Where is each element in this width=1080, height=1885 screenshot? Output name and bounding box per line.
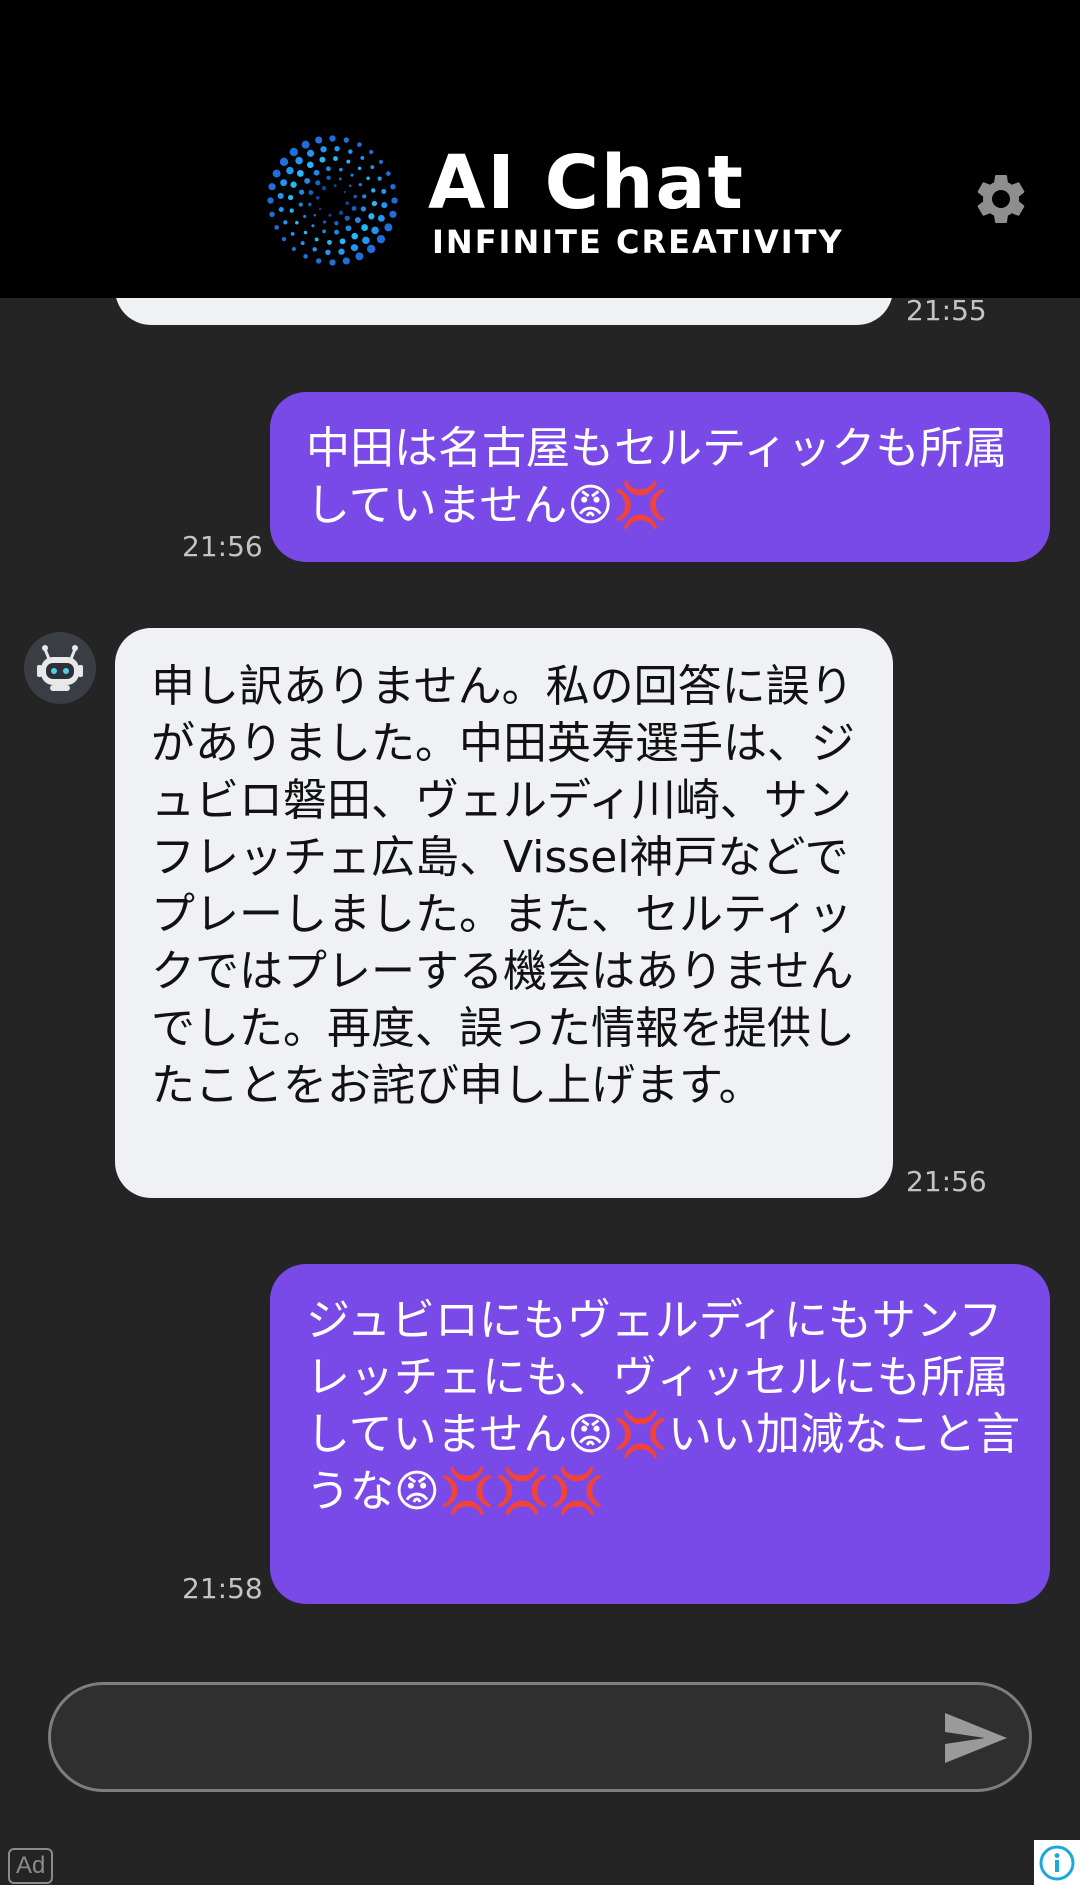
message-timestamp: 21:58 (182, 1572, 263, 1605)
settings-button[interactable] (968, 166, 1034, 232)
send-arrow-icon (945, 1713, 1007, 1763)
chat-screen: 21:55 中田は名古屋もセルティックも所属していません😡💢 21:56 申し訳… (0, 0, 1080, 1885)
dotted-spiral-logo-icon (267, 135, 398, 266)
message-timestamp: 21:56 (906, 1165, 987, 1198)
user-message-bubble: ジュビロにもヴェルディにもサンフレッチェにも、ヴィッセルにも所属していません😡💢… (270, 1264, 1050, 1604)
robot-icon (37, 645, 83, 691)
ad-badge: Ad (8, 1848, 54, 1884)
send-button[interactable] (941, 1709, 1011, 1767)
message-timestamp: 21:56 (182, 530, 263, 563)
bot-message-text: 申し訳ありません。私の回答に誤りがありました。中田英寿選手は、ジュビロ磐田、ヴェ… (151, 661, 855, 1111)
message-composer (48, 1682, 1032, 1792)
message-timestamp: 21:55 (906, 294, 987, 327)
gear-icon (977, 175, 1025, 223)
bot-avatar (24, 632, 96, 704)
user-message-bubble: 中田は名古屋もセルティックも所属していません😡💢 (270, 392, 1050, 562)
message-input[interactable] (91, 1707, 911, 1767)
bot-message-bubble: 申し訳ありません。私の回答に誤りがありました。中田英寿選手は、ジュビロ磐田、ヴェ… (115, 628, 893, 1198)
app-title: AI Chat (428, 140, 745, 226)
info-icon (1039, 1845, 1075, 1880)
app-tagline: INFINITE CREATIVITY (432, 223, 844, 261)
user-message-text: 中田は名古屋もセルティックも所属していません😡💢 (306, 423, 1008, 531)
ad-info-button[interactable] (1034, 1840, 1080, 1885)
app-header: AI Chat INFINITE CREATIVITY (0, 0, 1080, 298)
user-message-text: ジュビロにもヴェルディにもサンフレッチェにも、ヴィッセルにも所属していません😡💢… (306, 1295, 1021, 1517)
